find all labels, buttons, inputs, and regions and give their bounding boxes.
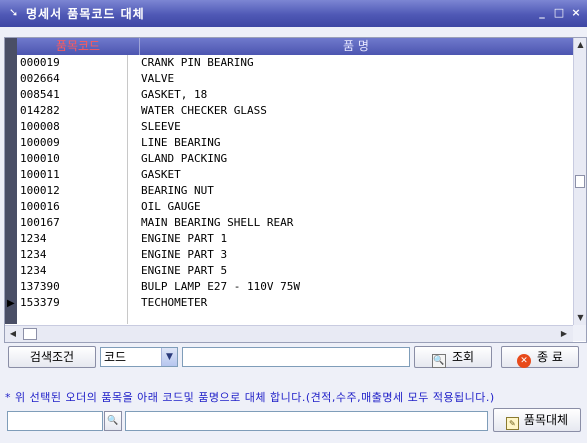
- table-row[interactable]: 100011 GASKET: [17, 167, 573, 183]
- table-row[interactable]: 1234 ENGINE PART 5: [17, 263, 573, 279]
- table-row[interactable]: 100012 BEARING NUT: [17, 183, 573, 199]
- search-field-select[interactable]: 코드 ▼: [100, 347, 178, 367]
- item-code-cell: 100009: [20, 136, 60, 149]
- item-name-cell: ENGINE PART 1: [141, 232, 228, 245]
- table-row[interactable]: 100009 LINE BEARING: [17, 135, 573, 151]
- title-bar: ➘ 명세서 품목코드 대체 _ □ ×: [0, 0, 587, 27]
- scroll-down-icon[interactable]: ▼: [574, 311, 586, 325]
- vertical-scroll-thumb[interactable]: [575, 175, 585, 188]
- row-indicator-column: ▶: [5, 38, 17, 324]
- close-window-button[interactable]: ×: [568, 5, 584, 21]
- table-row[interactable]: 100016 OIL GAUGE: [17, 199, 573, 215]
- replace-item-button-label: 품목대체: [523, 413, 569, 427]
- table-row[interactable]: 100008 SLEEVE: [17, 119, 573, 135]
- scrollbar-corner: [573, 325, 586, 341]
- replacement-code-field[interactable]: [7, 411, 103, 431]
- minimize-button[interactable]: _: [534, 5, 550, 21]
- scroll-up-icon[interactable]: ▲: [574, 38, 586, 52]
- item-code-cell: 100012: [20, 184, 60, 197]
- search-button[interactable]: 🔍 조회: [414, 346, 492, 368]
- search-condition-label[interactable]: 검색조건: [8, 346, 96, 368]
- item-code-cell: 100167: [20, 216, 60, 229]
- item-name-cell: MAIN BEARING SHELL REAR: [141, 216, 294, 229]
- item-code-cell: 008541: [20, 88, 60, 101]
- item-code-cell: 002664: [20, 72, 60, 85]
- window-title: 명세서 품목코드 대체: [26, 7, 145, 21]
- grid-header: 품목코드 품 명: [17, 38, 573, 55]
- item-code-cell: 000019: [20, 56, 60, 69]
- exit-button-label: 종 료: [537, 350, 563, 364]
- item-code-cell: 1234: [20, 264, 47, 277]
- search-field-value: 코드: [104, 350, 127, 364]
- item-name-cell: VALVE: [141, 72, 175, 85]
- chevron-down-icon[interactable]: ▼: [161, 348, 177, 366]
- horizontal-scrollbar[interactable]: ◀ ▶: [5, 325, 573, 342]
- item-name-cell: ENGINE PART 5: [141, 264, 228, 277]
- table-row[interactable]: 000019 CRANK PIN BEARING: [17, 55, 573, 71]
- grid-body: 000019 CRANK PIN BEARING 002664 VALVE 0085…: [17, 55, 573, 324]
- item-code-cell: 1234: [20, 232, 47, 245]
- item-code-cell: 100016: [20, 200, 60, 213]
- table-row-current[interactable]: 153379 TECHOMETER: [17, 295, 573, 311]
- item-name-cell: GASKET: [141, 168, 181, 181]
- item-name-cell: GASKET, 18: [141, 88, 208, 101]
- item-name-cell: WATER CHECKER GLASS: [141, 104, 267, 117]
- table-row[interactable]: 137390 BULP LAMP E27 - 110V 75W: [17, 279, 573, 295]
- maximize-button[interactable]: □: [551, 5, 567, 21]
- item-name-cell: BEARING NUT: [141, 184, 214, 197]
- table-row[interactable]: 1234 ENGINE PART 3: [17, 247, 573, 263]
- item-name-cell: ENGINE PART 3: [141, 248, 228, 261]
- table-row[interactable]: 1234 ENGINE PART 1: [17, 231, 573, 247]
- item-code-cell: 100008: [20, 120, 60, 133]
- item-name-cell: LINE BEARING: [141, 136, 221, 149]
- replace-notice: * 위 선택된 오더의 품목을 아래 코드및 품명으로 대체 합니다.(견적,수…: [5, 391, 495, 404]
- lookup-icon[interactable]: 🔍: [104, 411, 122, 431]
- item-code-cell: 100011: [20, 168, 60, 181]
- scroll-right-icon[interactable]: ▶: [558, 327, 570, 341]
- item-name-cell: TECHOMETER: [141, 296, 208, 309]
- arrow-icon: ➘: [9, 6, 19, 19]
- search-icon: 🔍: [431, 354, 446, 368]
- item-name-cell: OIL GAUGE: [141, 200, 201, 213]
- item-code-cell: 014282: [20, 104, 60, 117]
- vertical-scrollbar[interactable]: ▲ ▼: [573, 38, 586, 325]
- replacement-name-field[interactable]: [125, 411, 488, 431]
- horizontal-scroll-thumb[interactable]: [23, 328, 37, 340]
- table-row[interactable]: 100167 MAIN BEARING SHELL REAR: [17, 215, 573, 231]
- exit-button[interactable]: ✕ 종 료: [501, 346, 579, 368]
- replace-item-button[interactable]: ✎ 품목대체: [493, 408, 581, 432]
- table-row[interactable]: 008541 GASKET, 18: [17, 87, 573, 103]
- item-code-cell: 153379: [20, 296, 60, 309]
- item-grid[interactable]: ▶ 품목코드 품 명 000019 CRANK PIN BEARING 00266…: [4, 37, 587, 343]
- column-header-code[interactable]: 품목코드: [17, 38, 140, 55]
- table-row[interactable]: 002664 VALVE: [17, 71, 573, 87]
- item-name-cell: GLAND PACKING: [141, 152, 228, 165]
- item-name-cell: CRANK PIN BEARING: [141, 56, 254, 69]
- item-code-cell: 137390: [20, 280, 60, 293]
- table-row[interactable]: 014282 WATER CHECKER GLASS: [17, 103, 573, 119]
- table-row[interactable]: 100010 GLAND PACKING: [17, 151, 573, 167]
- item-name-cell: SLEEVE: [141, 120, 181, 133]
- item-code-cell: 100010: [20, 152, 60, 165]
- search-input[interactable]: [182, 347, 410, 367]
- search-button-label: 조회: [451, 350, 475, 364]
- item-name-cell: BULP LAMP E27 - 110V 75W: [141, 280, 300, 293]
- column-header-name[interactable]: 품 명: [140, 38, 572, 55]
- scroll-left-icon[interactable]: ◀: [7, 327, 19, 341]
- item-code-cell: 1234: [20, 248, 47, 261]
- edit-icon: ✎: [505, 417, 519, 430]
- close-icon: ✕: [517, 354, 532, 368]
- current-row-indicator-icon: ▶: [7, 298, 15, 309]
